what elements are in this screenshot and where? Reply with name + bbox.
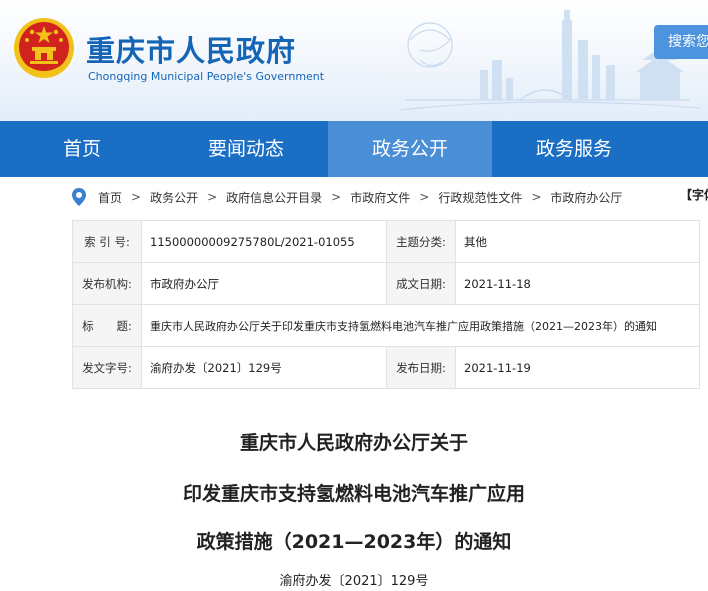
published-date-value: 2021-11-19: [455, 346, 700, 389]
location-pin-icon: [72, 188, 86, 206]
breadcrumb-separator: >: [331, 190, 342, 204]
main-nav: 首页 要闻动态 政务公开 政务服务: [0, 121, 708, 177]
national-emblem-icon: [14, 18, 74, 78]
city-skyline-illustration: [399, 10, 701, 111]
font-size-control[interactable]: 【字体: [680, 186, 708, 203]
index-number-value: 11500000009275780L/2021-01055: [141, 220, 387, 263]
document-metadata-table: 索 引 号: 11500000009275780L/2021-01055 主题分…: [72, 220, 700, 389]
table-row: 发布机构: 市政府办公厅 成文日期: 2021-11-18: [72, 262, 700, 305]
breadcrumb-separator: >: [419, 190, 430, 204]
site-header: 重庆市人民政府 Chongqing Municipal People's Gov…: [0, 0, 708, 121]
published-date-label: 发布日期:: [386, 346, 456, 389]
table-row: 发文字号: 渝府办发〔2021〕129号 发布日期: 2021-11-19: [72, 346, 700, 389]
created-date-value: 2021-11-18: [455, 262, 700, 305]
breadcrumb-home[interactable]: 首页: [98, 189, 122, 206]
breadcrumb-normative-documents[interactable]: 行政规范性文件: [438, 189, 522, 206]
breadcrumb-government-affairs[interactable]: 政务公开: [150, 189, 198, 206]
created-date-label: 成文日期:: [386, 262, 456, 305]
site-title: 重庆市人民政府: [86, 34, 297, 68]
title-value: 重庆市人民政府办公厅关于印发重庆市支持氢燃料电池汽车推广应用政策措施（2021—…: [141, 304, 700, 347]
breadcrumb-info-catalog[interactable]: 政府信息公开目录: [226, 189, 322, 206]
breadcrumb-municipal-documents[interactable]: 市政府文件: [350, 189, 410, 206]
table-row: 标 题: 重庆市人民政府办公厅关于印发重庆市支持氢燃料电池汽车推广应用政策措施（…: [72, 304, 700, 347]
breadcrumb-separator: >: [531, 190, 542, 204]
table-row: 索 引 号: 11500000009275780L/2021-01055 主题分…: [72, 220, 700, 263]
nav-item-news[interactable]: 要闻动态: [164, 121, 328, 177]
index-number-label: 索 引 号:: [72, 220, 142, 263]
title-label: 标 题:: [72, 304, 142, 347]
publisher-label: 发布机构:: [72, 262, 142, 305]
document-title-line-3: 政策措施（2021—2023年）的通知: [196, 531, 512, 553]
category-value: 其他: [455, 220, 700, 263]
breadcrumb-separator: >: [131, 190, 142, 204]
doc-number-label: 发文字号:: [72, 346, 142, 389]
nav-item-home[interactable]: 首页: [0, 121, 164, 177]
document-number: 渝府办发〔2021〕129号: [279, 574, 429, 589]
search-button[interactable]: 搜索您: [654, 25, 708, 59]
breadcrumb-separator: >: [207, 190, 218, 204]
breadcrumb: 首页 > 政务公开 > 政府信息公开目录 > 市政府文件 > 行政规范性文件 >…: [72, 184, 622, 210]
document-title-line-1: 重庆市人民政府办公厅关于: [239, 432, 468, 454]
nav-item-government-services[interactable]: 政务服务: [492, 121, 656, 177]
nav-item-government-affairs[interactable]: 政务公开: [328, 121, 492, 177]
publisher-value: 市政府办公厅: [141, 262, 387, 305]
doc-number-value: 渝府办发〔2021〕129号: [141, 346, 387, 389]
document-title-line-2: 印发重庆市支持氢燃料电池汽车推广应用: [182, 483, 525, 505]
category-label: 主题分类:: [386, 220, 456, 263]
breadcrumb-general-office[interactable]: 市政府办公厅: [550, 189, 622, 206]
site-subtitle: Chongqing Municipal People's Government: [88, 70, 325, 83]
